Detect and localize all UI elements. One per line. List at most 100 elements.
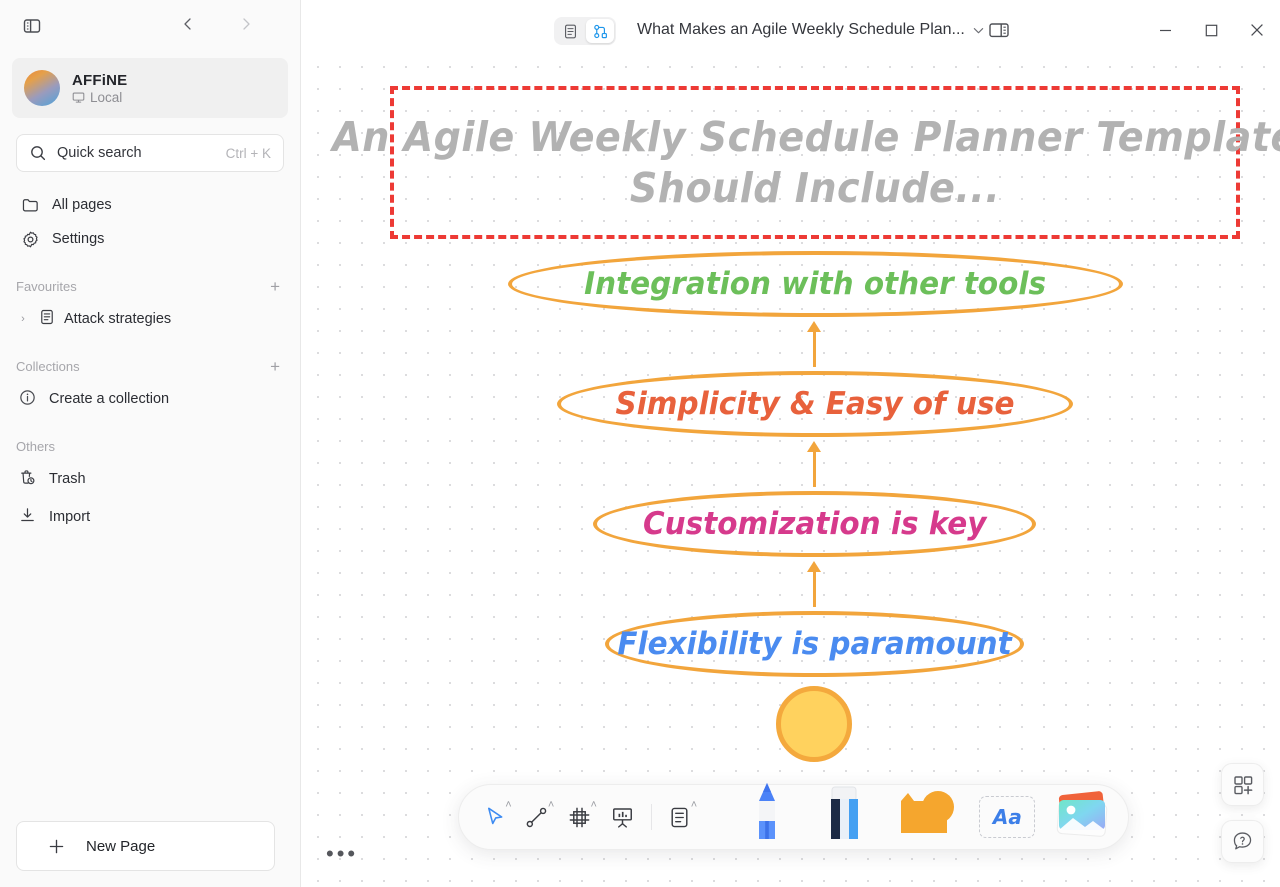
search-label: Quick search bbox=[57, 145, 142, 161]
sidebar-item-label: All pages bbox=[52, 197, 112, 213]
workspace-sub: Local bbox=[72, 90, 127, 105]
plus-icon bbox=[47, 837, 66, 856]
doc-title[interactable]: What Makes an Agile Weekly Schedule Plan… bbox=[637, 0, 1010, 60]
chevron-left-icon[interactable] bbox=[180, 16, 196, 37]
sidebar-toggle-icon[interactable] bbox=[16, 10, 48, 42]
note-tool-button[interactable]: ˄ bbox=[659, 794, 702, 840]
edgeless-mode-button[interactable] bbox=[586, 19, 614, 43]
present-tool-button[interactable] bbox=[601, 794, 644, 840]
pen-tool-button[interactable] bbox=[736, 783, 797, 848]
monitor-icon bbox=[72, 91, 85, 104]
canvas-node-integration[interactable]: Integration with other tools bbox=[508, 251, 1123, 317]
sidebar-nav-list: All pages Settings bbox=[0, 188, 300, 256]
folder-icon bbox=[20, 196, 40, 215]
sidebar-item-label: Create a collection bbox=[49, 391, 170, 407]
template-button[interactable] bbox=[1221, 763, 1264, 806]
chevron-up-icon: ˄ bbox=[690, 799, 698, 811]
sidebar-item-label: Import bbox=[49, 509, 91, 525]
canvas-title-line-1: An Agile Weekly Schedule Planner Templat… bbox=[332, 112, 1280, 161]
connector-icon bbox=[524, 805, 549, 830]
avatar bbox=[24, 70, 60, 106]
select-tool-button[interactable]: ˄ bbox=[473, 794, 516, 840]
canvas-node-customization[interactable]: Customization is key bbox=[593, 491, 1036, 557]
floating-buttons bbox=[1221, 763, 1264, 863]
workspace-card[interactable]: AFFiNE Local bbox=[12, 58, 288, 118]
sidebar-item-trash[interactable]: Trash bbox=[12, 462, 288, 496]
info-icon bbox=[18, 388, 37, 411]
cursor-icon bbox=[482, 805, 507, 830]
canvas-node-flexibility[interactable]: Flexibility is paramount bbox=[605, 611, 1024, 677]
canvas-circle-shape[interactable] bbox=[776, 686, 852, 762]
chevron-down-icon[interactable] bbox=[971, 23, 986, 38]
canvas-node-label: Customization is key bbox=[642, 505, 987, 542]
toolbar-divider bbox=[650, 804, 652, 830]
sidebar-item-create-collection[interactable]: Create a collection bbox=[12, 382, 288, 416]
sidebar-item-all-pages[interactable]: All pages bbox=[12, 188, 288, 222]
canvas-title-line-2: Should Include... bbox=[629, 163, 1001, 212]
edgeless-toolbar: ˄ ˄ ˄ ˄ Aa bbox=[458, 783, 1129, 850]
window-controls bbox=[1142, 0, 1280, 60]
text-tool-label: Aa bbox=[992, 805, 1022, 829]
text-tool-button[interactable]: Aa bbox=[977, 786, 1038, 848]
import-icon bbox=[18, 506, 37, 529]
search-icon bbox=[29, 144, 47, 162]
doc-title-text: What Makes an Agile Weekly Schedule Plan… bbox=[637, 21, 965, 38]
note-icon bbox=[667, 805, 692, 830]
mode-toggle bbox=[554, 17, 616, 45]
eraser-icon bbox=[827, 781, 861, 848]
add-favourite-button[interactable]: + bbox=[270, 278, 280, 295]
eraser-tool-button[interactable] bbox=[814, 786, 875, 848]
sidebar-item-label: Attack strategies bbox=[64, 311, 172, 327]
sidebar-item-label: Trash bbox=[49, 471, 86, 487]
sidebar: AFFiNE Local Quick search Ctrl + K All p… bbox=[0, 0, 301, 887]
sidebar-topbar bbox=[0, 0, 300, 52]
canvas-arrow-1 bbox=[807, 321, 821, 367]
shape-tool-button[interactable] bbox=[897, 786, 959, 848]
image-icon bbox=[1052, 789, 1114, 846]
add-collection-button[interactable]: + bbox=[270, 358, 280, 375]
frame-tool-button[interactable]: ˄ bbox=[558, 794, 601, 840]
edgeless-canvas[interactable]: An Agile Weekly Schedule Planner Templat… bbox=[301, 49, 1280, 887]
image-tool-button[interactable] bbox=[1052, 786, 1114, 848]
text-aa-icon[interactable]: Aa bbox=[979, 796, 1036, 838]
new-page-label: New Page bbox=[86, 837, 156, 855]
sidebar-item-settings[interactable]: Settings bbox=[12, 222, 288, 256]
close-button[interactable] bbox=[1234, 8, 1280, 52]
canvas-arrow-3 bbox=[807, 561, 821, 607]
section-header-others: Others bbox=[0, 434, 300, 458]
canvas-node-simplicity[interactable]: Simplicity & Easy of use bbox=[557, 371, 1073, 437]
page-mode-button[interactable] bbox=[556, 19, 584, 43]
grid-plus-icon bbox=[1232, 774, 1254, 796]
frame-icon bbox=[567, 805, 592, 830]
connector-tool-button[interactable]: ˄ bbox=[516, 794, 559, 840]
canvas-title-box[interactable]: An Agile Weekly Schedule Planner Templat… bbox=[333, 86, 1280, 239]
search-shortcut: Ctrl + K bbox=[225, 145, 271, 161]
gear-icon bbox=[20, 230, 40, 249]
search-input[interactable]: Quick search Ctrl + K bbox=[16, 134, 284, 172]
help-chat-icon bbox=[1231, 830, 1254, 853]
right-sidebar-icon[interactable] bbox=[988, 20, 1010, 40]
chevron-right-icon[interactable] bbox=[238, 16, 254, 37]
chevron-right-icon[interactable]: › bbox=[16, 313, 30, 325]
section-title: Collections bbox=[16, 358, 80, 374]
workspace-sub-label: Local bbox=[90, 89, 123, 105]
sidebar-item-attack-strategies[interactable]: › Attack strategies bbox=[12, 302, 288, 336]
sidebar-item-label: Settings bbox=[52, 231, 105, 247]
main-area: An Agile Weekly Schedule Planner Templat… bbox=[301, 0, 1280, 887]
new-page-button[interactable]: New Page bbox=[16, 821, 275, 871]
canvas-more-options-button[interactable]: ••• bbox=[326, 843, 358, 865]
pencil-icon bbox=[752, 781, 782, 848]
section-title: Favourites bbox=[16, 278, 77, 294]
chevron-up-icon: ˄ bbox=[547, 799, 555, 811]
minimize-button[interactable] bbox=[1142, 8, 1188, 52]
help-button[interactable] bbox=[1221, 820, 1264, 863]
canvas-arrow-2 bbox=[807, 441, 821, 487]
section-header-favourites: Favourites + bbox=[0, 274, 300, 298]
sidebar-item-import[interactable]: Import bbox=[12, 500, 288, 534]
section-header-collections: Collections + bbox=[0, 354, 300, 378]
canvas-node-label: Flexibility is paramount bbox=[617, 625, 1012, 662]
maximize-button[interactable] bbox=[1188, 8, 1234, 52]
trash-icon bbox=[18, 468, 37, 491]
workspace-name: AFFiNE bbox=[72, 71, 128, 89]
chevron-up-icon: ˄ bbox=[590, 799, 597, 811]
